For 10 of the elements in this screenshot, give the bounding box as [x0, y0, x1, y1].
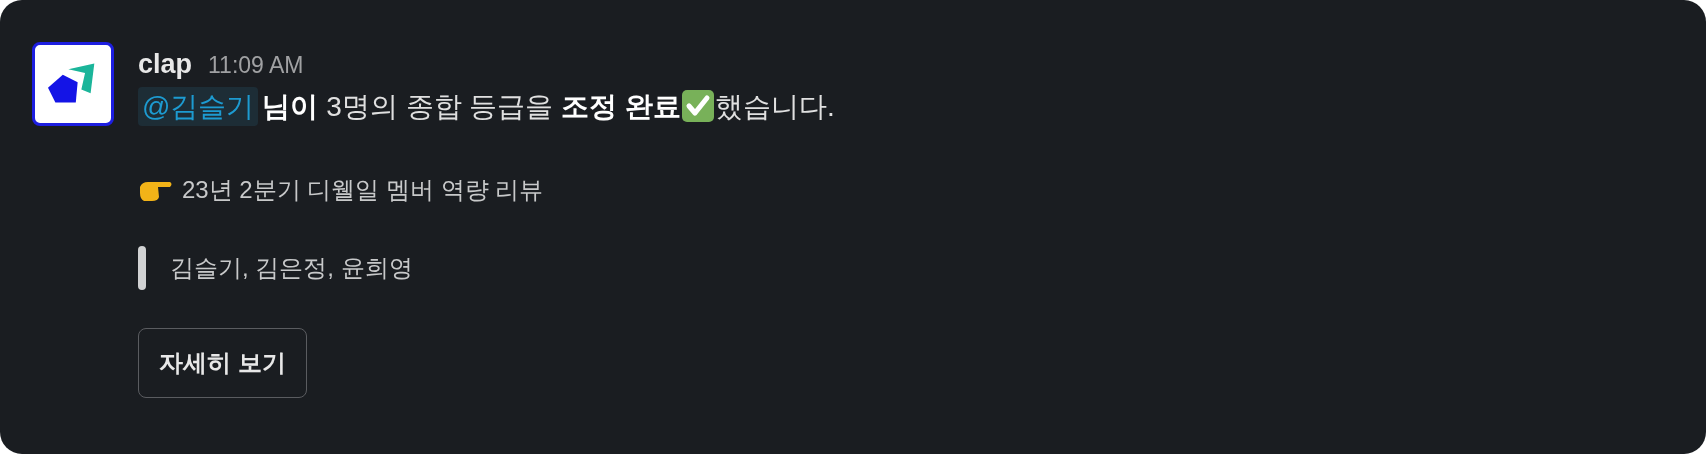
message-text: 님이 3명의 종합 등급을 조정 완료 — [262, 89, 681, 124]
timestamp[interactable]: 11:09 AM — [208, 48, 304, 83]
quote-text: 김슬기, 김은정, 윤희영 — [170, 252, 413, 283]
message-text: 했습니다. — [714, 89, 835, 124]
check-icon — [680, 89, 715, 124]
attachment-title: 23년 2분기 디웰일 멤버 역량 리뷰 — [182, 174, 544, 205]
details-button[interactable]: 자세히 보기 — [138, 327, 307, 398]
quote-bar — [138, 245, 146, 290]
sender-name[interactable]: clap — [138, 51, 193, 78]
user-mention[interactable]: @김슬기 — [138, 86, 259, 126]
